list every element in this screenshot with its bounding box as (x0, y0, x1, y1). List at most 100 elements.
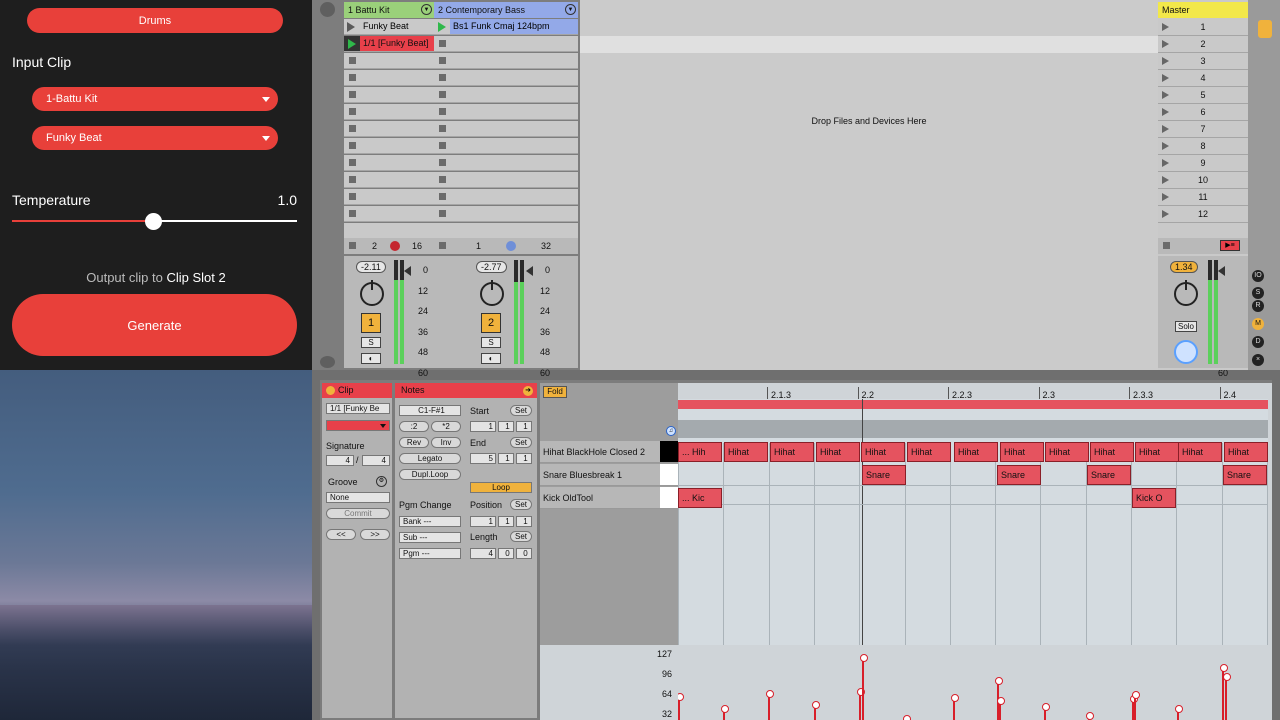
end-set-button[interactable]: Set (510, 437, 532, 448)
start-sixteenth[interactable]: 1 (516, 421, 532, 432)
clip-slot[interactable] (434, 155, 578, 171)
stop-icon[interactable] (439, 142, 446, 149)
stop-icon[interactable] (439, 108, 446, 115)
clip-active-icon[interactable] (326, 386, 335, 395)
velocity-bar[interactable] (678, 693, 684, 720)
velocity-bar[interactable] (1132, 691, 1140, 720)
clip-slot[interactable] (434, 36, 578, 52)
duplicate-loop-button[interactable]: Dupl.Loop (399, 469, 461, 480)
stop-icon[interactable] (439, 40, 446, 47)
position-beat[interactable]: 1 (498, 516, 514, 527)
clip-slot[interactable] (434, 104, 578, 120)
clip-slot[interactable] (434, 223, 578, 239)
scene-launch[interactable]: 3 (1158, 53, 1248, 70)
midi-note[interactable]: Hihat (954, 442, 998, 462)
reverse-button[interactable]: Rev (399, 437, 429, 448)
clip-slot[interactable] (344, 104, 434, 120)
midi-note[interactable]: Hihat (770, 442, 814, 462)
clip-slot[interactable] (434, 70, 578, 86)
preview-headphones-icon[interactable]: ♫ (666, 426, 676, 436)
end-sixteenth[interactable]: 1 (516, 453, 532, 464)
solo-button[interactable]: S (481, 337, 501, 348)
velocity-bar[interactable] (1175, 705, 1183, 720)
end-bar[interactable]: 5 (470, 453, 496, 464)
midi-note[interactable]: ... Kic (678, 488, 722, 508)
midi-note[interactable]: Hihat (816, 442, 860, 462)
scene-launch[interactable]: 6 (1158, 104, 1248, 121)
stop-icon[interactable] (439, 176, 446, 183)
clip-slot[interactable] (344, 87, 434, 103)
crossfader-icon[interactable]: D (1252, 336, 1264, 348)
scroll-strip[interactable] (678, 420, 1268, 438)
velocity-bar[interactable] (860, 654, 868, 720)
mixer-icon[interactable]: M (1252, 318, 1264, 330)
clip-slot[interactable] (344, 53, 434, 69)
clip-slot[interactable] (434, 53, 578, 69)
halve-button[interactable]: :2 (399, 421, 429, 432)
fader-arrow-icon[interactable] (404, 266, 411, 276)
pan-knob-icon[interactable] (360, 280, 384, 306)
clip-slot[interactable] (434, 172, 578, 188)
stop-icon[interactable] (349, 159, 356, 166)
arrow-right-icon[interactable]: ➜ (523, 386, 533, 396)
sub-field[interactable]: Sub --- (399, 532, 461, 543)
arm-icon[interactable]: ◐ (481, 353, 501, 364)
start-bar[interactable]: 1 (470, 421, 496, 432)
volume-value[interactable]: 1.34 (1170, 261, 1198, 273)
clip-slot[interactable] (344, 223, 434, 239)
cue-knob-icon[interactable] (1174, 340, 1198, 364)
start-set-button[interactable]: Set (510, 405, 532, 416)
scene-launch[interactable]: 5 (1158, 87, 1248, 104)
midi-note[interactable]: Hihat (1178, 442, 1222, 462)
stop-icon[interactable] (439, 159, 446, 166)
note-grid[interactable]: 2.1.3 2.2 2.2.3 2.3 2.3.3 2.4... Hih Hihat Hiha… (678, 383, 1268, 645)
clip-slot[interactable] (344, 155, 434, 171)
clip-slot[interactable] (434, 206, 578, 222)
clip-slot[interactable] (434, 189, 578, 205)
play-icon[interactable] (347, 22, 355, 32)
chevron-down-icon[interactable]: ▼ (565, 4, 576, 15)
clip-slot[interactable] (434, 87, 578, 103)
arm-icon[interactable]: ◐ (361, 353, 381, 364)
clip-slot[interactable] (344, 189, 434, 205)
stop-icon[interactable] (349, 108, 356, 115)
velocity-bar[interactable] (1086, 712, 1094, 720)
velocity-bar[interactable] (857, 688, 865, 720)
stop-icon[interactable] (439, 57, 446, 64)
midi-note[interactable]: Hihat (1135, 442, 1179, 462)
groove-pool-icon[interactable]: ⚙ (376, 476, 387, 487)
midi-note[interactable]: Kick O (1132, 488, 1176, 508)
velocity-bar[interactable] (951, 694, 959, 720)
scene-launch[interactable]: 2 (1158, 36, 1248, 53)
velocity-bar[interactable] (812, 701, 820, 720)
clip-slot[interactable] (434, 121, 578, 137)
start-beat[interactable]: 1 (498, 421, 514, 432)
collapse-icon[interactable] (320, 2, 335, 17)
stop-all-icon[interactable] (349, 242, 356, 249)
track-activator[interactable]: 1 (361, 313, 381, 333)
view-toggle-icon[interactable] (320, 356, 335, 368)
stop-icon[interactable] (439, 193, 446, 200)
signature-numerator[interactable]: 4 (326, 455, 354, 466)
position-sixteenth[interactable]: 1 (516, 516, 532, 527)
stop-icon[interactable] (349, 193, 356, 200)
temperature-slider-thumb[interactable] (145, 213, 162, 230)
piano-key[interactable] (660, 487, 678, 509)
loop-brace[interactable] (678, 400, 1268, 409)
midi-note[interactable]: Hihat (1224, 442, 1268, 462)
scene-launch[interactable]: 12 (1158, 206, 1248, 223)
track-header[interactable]: 2 Contemporary Bass ▼ (434, 2, 578, 18)
midi-note[interactable]: Hihat (724, 442, 768, 462)
midi-note[interactable]: Snare (1087, 465, 1131, 485)
play-icon[interactable] (438, 22, 446, 32)
generate-button[interactable]: Generate (12, 294, 297, 356)
stop-icon[interactable] (439, 74, 446, 81)
fader-arrow-icon[interactable] (1218, 266, 1225, 276)
clip-slot[interactable] (434, 138, 578, 154)
stop-icon[interactable] (349, 91, 356, 98)
stop-icon[interactable] (349, 210, 356, 217)
stop-all-icon[interactable] (439, 242, 446, 249)
loop-button[interactable]: Loop (470, 482, 532, 493)
groove-select[interactable]: None (326, 492, 390, 503)
drop-zone[interactable]: Drop Files and Devices Here (580, 0, 1158, 370)
